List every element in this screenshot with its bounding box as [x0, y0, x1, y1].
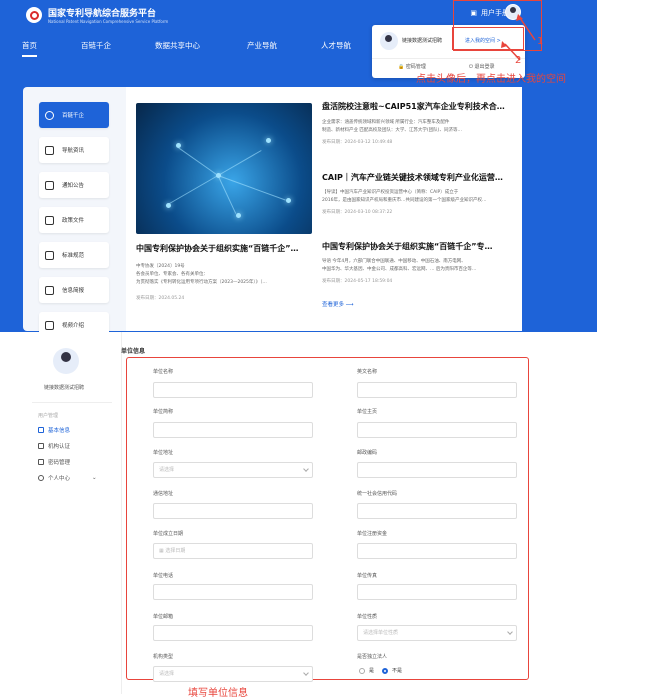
article-2-line-2: 2016年，是由国家知识产权局和重庆市…共同建设的第一个国家级产业知识产权…: [322, 198, 487, 203]
article-title-2[interactable]: CAIP｜汽车产业链关键技术领域专利产业化运营…: [322, 172, 512, 183]
lock-icon: [38, 459, 44, 465]
portal-screenshot: 国家专利导航综合服务平台 National Patent Navigation …: [0, 0, 597, 332]
cert-icon: [38, 443, 44, 449]
label-english-name: 英文名称: [357, 369, 378, 375]
article-1-date: 发布日期：2024-03-12 10:49:48: [322, 140, 393, 145]
standard-icon: [45, 250, 54, 260]
label-found-date: 单位成立日期: [153, 531, 184, 537]
nature-select[interactable]: 请选择单位性质: [357, 625, 517, 641]
menu-header: 用户管理: [38, 413, 59, 419]
label-mail-address: 通信地址: [153, 491, 174, 497]
radio-icon: [359, 667, 365, 674]
sidebar-item-news[interactable]: 导航资讯: [39, 137, 109, 163]
view-more-link[interactable]: 查看更多 ⟶: [322, 300, 354, 308]
info-icon: [38, 427, 44, 433]
annotation-number-1: 1: [537, 36, 544, 47]
annotation-number-2: 2: [515, 55, 522, 66]
article-title-3[interactable]: 中国专利保护协会关于组织实施“百链千企”专…: [322, 241, 512, 252]
section-title: 单位信息: [121, 348, 146, 355]
chevron-down-icon: [507, 629, 513, 635]
chevron-down-icon: ⌄: [92, 475, 97, 481]
phone-input[interactable]: [153, 584, 313, 600]
menu-personal-center[interactable]: 个人中心 ⌄: [38, 474, 97, 482]
annotation-caption: 填写单位信息: [188, 688, 248, 699]
menu-basic-info[interactable]: 基本信息: [38, 426, 70, 434]
found-date-picker[interactable]: ▦ 选择日期: [153, 543, 313, 559]
news-hero-image[interactable]: [136, 103, 312, 234]
mail-address-input[interactable]: [153, 503, 313, 519]
radio-selected-icon: [382, 667, 388, 674]
profile-screenshot: 链接数据测试招聘 用户管理 基本信息 机构认证 密码管理 个人中心 ⌄ 单位信息 …: [22, 332, 556, 694]
chevron-down-icon: [303, 670, 309, 676]
label-email: 单位邮箱: [153, 614, 174, 620]
annotation-instruction: 点击头像后，再点击进入我的空间: [416, 74, 566, 85]
label-nature: 单位性质: [357, 614, 378, 620]
label-unit-address: 单位地址: [153, 450, 174, 456]
reg-capital-input[interactable]: [357, 543, 517, 559]
label-reg-capital: 单位注册资金: [357, 531, 388, 537]
profile-name: 链接数据测试招聘: [44, 385, 85, 391]
profile-divider: [32, 402, 112, 403]
profile-sidebar: 链接数据测试招聘 用户管理 基本信息 机构认证 密码管理 个人中心 ⌄: [22, 332, 122, 694]
english-name-input[interactable]: [357, 382, 517, 398]
content-panel: 百链千企 导航资讯 通知公告 政策文件 标准规范 信息简报 视频介绍 中国专利保…: [23, 87, 522, 332]
label-phone: 单位电话: [153, 573, 174, 579]
credit-code-input[interactable]: [357, 503, 517, 519]
notice-icon: [45, 180, 54, 190]
policy-icon: [45, 215, 54, 225]
independent-radio-no[interactable]: 不是: [382, 667, 402, 674]
homepage-input[interactable]: [357, 422, 517, 438]
postcode-input[interactable]: [357, 462, 517, 478]
label-credit-code: 统一社会信用代码: [357, 491, 398, 497]
main-article-line-3: 为贯彻落实《专利转化运用专项行动方案（2023—2025年）》（…: [136, 280, 267, 285]
article-title-1[interactable]: 盘活院校注意啦~CAIP51家汽车企业专利技术合…: [322, 101, 512, 112]
video-icon: [45, 320, 54, 330]
fax-input[interactable]: [357, 584, 517, 600]
label-postcode: 邮政编码: [357, 450, 378, 456]
email-input[interactable]: [153, 625, 313, 641]
label-homepage: 单位主页: [357, 409, 378, 415]
label-unit-name: 单位名称: [153, 369, 174, 375]
article-2-date: 发布日期：2024-03-10 08:37:22: [322, 210, 393, 215]
article-2-line-1: 【导读】中国汽车产业知识产权投资运营中心（简称：CAIP）成立于: [322, 190, 459, 195]
unit-address-select[interactable]: 请选择: [153, 462, 313, 478]
unit-short-input[interactable]: [153, 422, 313, 438]
unit-name-input[interactable]: [153, 382, 313, 398]
user-icon: [38, 475, 44, 481]
news-icon: [45, 145, 54, 155]
main-article-title[interactable]: 中国专利保护协会关于组织实施“百链千企”…: [136, 243, 314, 254]
article-1-line-2: 制造、新材料产业 匹配高校及团队：大学、江苏大学(团队)、同济等…: [322, 128, 462, 133]
chevron-down-icon: [303, 466, 309, 472]
label-independent: 是否独立法人: [357, 654, 388, 660]
sidebar-item-chain[interactable]: 百链千企: [39, 102, 109, 128]
menu-org-cert[interactable]: 机构认证: [38, 442, 70, 450]
label-unit-short: 单位简称: [153, 409, 174, 415]
article-3-line-2: 中国华为、华大基因、中金公司、成都高科、宏远网、… 后为贵阳市百企等…: [322, 267, 477, 272]
menu-password[interactable]: 密码管理: [38, 458, 70, 466]
article-3-line-1: 导语 今年4月，六部门联合中国联通、中国移动、中国石油、南方电网、: [322, 259, 466, 264]
org-type-select[interactable]: 请选择: [153, 666, 313, 682]
sidebar-item-notice[interactable]: 通知公告: [39, 172, 109, 198]
sidebar-item-brief[interactable]: 信息简报: [39, 277, 109, 303]
sidebar-item-video[interactable]: 视频介绍: [39, 312, 109, 332]
label-fax: 单位传真: [357, 573, 378, 579]
article-3-date: 发布日期：2024-05-17 18:59:04: [322, 279, 393, 284]
link-icon: [45, 110, 54, 120]
brief-icon: [45, 285, 54, 295]
sidebar-item-policy[interactable]: 政策文件: [39, 207, 109, 233]
independent-radio-yes[interactable]: 是: [359, 667, 374, 674]
news-main: 中国专利保护协会关于组织实施“百链千企”… 中专协发〔2024〕19号 各会员单…: [126, 87, 522, 331]
main-article-line-1: 中专协发〔2024〕19号: [136, 264, 185, 269]
main-article-line-2: 各会员单位、专家会、各有关单位：: [136, 272, 208, 277]
article-1-line-1: 企业需求：涵盖传统领域和新兴领域 所属行业：汽车整车及配件: [322, 120, 450, 125]
label-org-type: 机构类型: [153, 654, 174, 660]
main-article-date: 发布日期：2024.05.24: [136, 296, 185, 301]
sidebar-item-standard[interactable]: 标准规范: [39, 242, 109, 268]
profile-avatar[interactable]: [53, 348, 79, 374]
